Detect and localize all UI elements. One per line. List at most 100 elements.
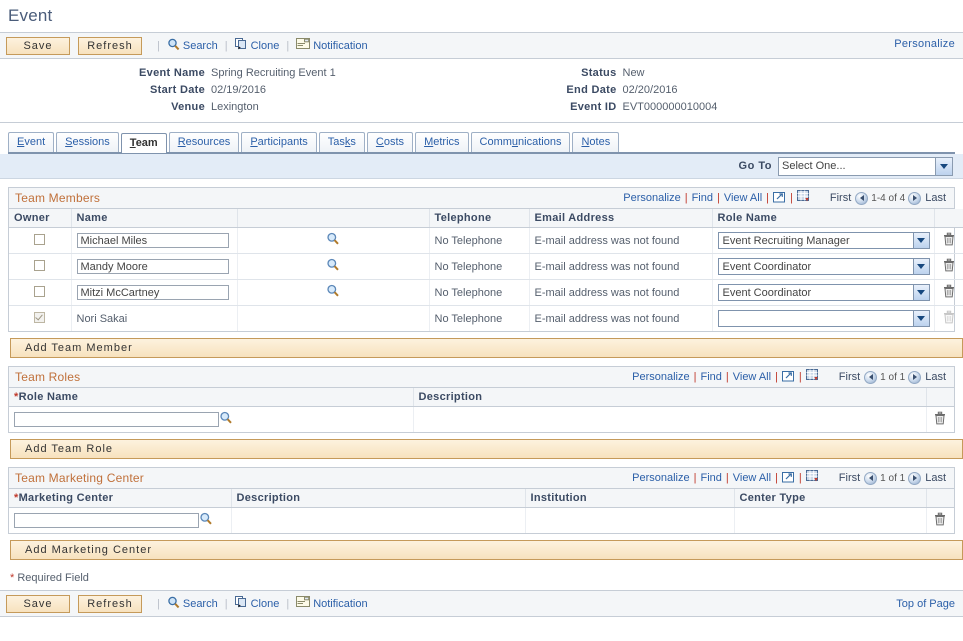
delete-row-icon[interactable] bbox=[934, 411, 946, 428]
lookup-icon[interactable] bbox=[219, 411, 233, 428]
role-name-select[interactable]: Event Recruiting Manager bbox=[717, 232, 930, 249]
team-members-first-link[interactable]: First bbox=[830, 192, 851, 204]
team-members-count: 1-4 of 4 bbox=[871, 192, 906, 204]
member-name-input[interactable] bbox=[76, 285, 229, 300]
next-page-icon[interactable] bbox=[908, 370, 922, 384]
owner-checkbox[interactable] bbox=[34, 233, 46, 245]
field-event-id: Event ID EVT000000010004 bbox=[482, 99, 963, 115]
team-members-last-link[interactable]: Last bbox=[925, 192, 946, 204]
lookup-icon[interactable] bbox=[326, 258, 340, 275]
end-date-value: 02/20/2016 bbox=[622, 84, 678, 96]
tmc-view-all-link[interactable]: View All bbox=[733, 472, 771, 484]
expand-window-icon[interactable] bbox=[781, 471, 795, 486]
owner-checkbox[interactable] bbox=[34, 259, 46, 271]
refresh-button-top[interactable]: Refresh bbox=[78, 36, 142, 55]
role-name-select[interactable] bbox=[717, 310, 930, 327]
team-roles-last-link[interactable]: Last bbox=[925, 371, 946, 383]
col-marketing-center: *Marketing Center bbox=[9, 489, 232, 508]
clone-link-top[interactable]: Clone bbox=[234, 37, 279, 54]
expand-window-icon[interactable] bbox=[773, 191, 786, 206]
refresh-button-bottom[interactable]: Refresh bbox=[78, 594, 142, 613]
tab-event[interactable]: Event bbox=[8, 132, 55, 152]
team-roles-view-all-link[interactable]: View All bbox=[733, 371, 771, 383]
personalize-page-link[interactable]: Personalize bbox=[894, 38, 955, 50]
team-roles-count: 1 of 1 bbox=[880, 371, 906, 383]
envelope-icon bbox=[296, 596, 311, 611]
member-name-input[interactable] bbox=[76, 233, 229, 248]
status-label: Status bbox=[581, 67, 617, 79]
team-roles-personalize-link[interactable]: Personalize bbox=[632, 371, 689, 383]
save-button-bottom[interactable]: Save bbox=[6, 594, 70, 613]
tmc-personalize-link[interactable]: Personalize bbox=[632, 472, 689, 484]
team-members-title: Team Members bbox=[15, 191, 101, 205]
search-icon bbox=[167, 596, 180, 612]
download-spreadsheet-icon[interactable] bbox=[805, 470, 819, 486]
team-roles-find-link[interactable]: Find bbox=[700, 371, 721, 383]
telephone-value: No Telephone bbox=[434, 286, 503, 299]
table-row bbox=[9, 507, 954, 533]
delete-row-icon[interactable] bbox=[943, 284, 955, 301]
next-page-icon[interactable] bbox=[908, 471, 922, 485]
tab-tasks[interactable]: Tasks bbox=[318, 132, 365, 152]
search-link-bottom[interactable]: Search bbox=[167, 596, 218, 612]
clone-icon bbox=[234, 37, 248, 54]
tmc-first-link[interactable]: First bbox=[839, 472, 860, 484]
team-members-find-link[interactable]: Find bbox=[692, 192, 713, 204]
col-role-name-label: Role Name bbox=[18, 391, 79, 403]
save-button-top[interactable]: Save bbox=[6, 36, 70, 55]
add-team-member-button[interactable]: Add Team Member bbox=[10, 338, 963, 358]
notification-link-top[interactable]: Notification bbox=[296, 38, 368, 53]
tab-metrics[interactable]: Metrics bbox=[415, 132, 469, 152]
team-roles-grid-nav: Personalize | Find | View All | | First … bbox=[632, 367, 950, 387]
expand-window-icon[interactable] bbox=[781, 370, 795, 385]
add-marketing-center-button[interactable]: Add Marketing Center bbox=[10, 540, 963, 560]
table-row: No Telephone E-mail address was not found… bbox=[9, 253, 963, 280]
download-spreadsheet-icon[interactable] bbox=[796, 190, 810, 206]
delete-row-icon[interactable] bbox=[943, 232, 955, 249]
team-roles-first-link[interactable]: First bbox=[839, 371, 860, 383]
marketing-center-input[interactable] bbox=[14, 512, 199, 528]
team-members-pagination: First 1-4 of 4 Last bbox=[826, 191, 950, 205]
delete-row-icon[interactable] bbox=[943, 258, 955, 275]
role-name-select[interactable]: Event Coordinator bbox=[717, 258, 930, 275]
owner-checkbox[interactable] bbox=[34, 285, 46, 297]
next-page-icon[interactable] bbox=[908, 191, 922, 205]
tab-costs[interactable]: Costs bbox=[366, 132, 414, 152]
previous-page-icon[interactable] bbox=[864, 370, 878, 384]
end-date-label: End Date bbox=[566, 84, 617, 96]
team-members-view-all-link[interactable]: View All bbox=[724, 192, 762, 204]
team-members-grid-nav: Personalize | Find | View All | | First … bbox=[623, 188, 950, 208]
tab-notes[interactable]: Notes bbox=[572, 132, 620, 152]
previous-page-icon[interactable] bbox=[864, 471, 878, 485]
download-spreadsheet-icon[interactable] bbox=[805, 369, 819, 385]
tmc-find-link[interactable]: Find bbox=[700, 472, 721, 484]
tab-resources[interactable]: Resources bbox=[168, 132, 240, 152]
tab-communications[interactable]: Communications bbox=[470, 132, 571, 152]
add-team-role-button[interactable]: Add Team Role bbox=[10, 439, 963, 459]
nav-sep: | bbox=[693, 371, 697, 383]
notification-link-bottom[interactable]: Notification bbox=[296, 596, 368, 611]
previous-page-icon[interactable] bbox=[855, 191, 869, 205]
tab-team[interactable]: Team bbox=[120, 133, 167, 153]
team-members-personalize-link[interactable]: Personalize bbox=[623, 192, 680, 204]
tab-sessions[interactable]: Sessions bbox=[56, 132, 119, 152]
top-of-page-link[interactable]: Top of Page bbox=[896, 598, 955, 610]
lookup-icon[interactable] bbox=[326, 284, 340, 301]
lookup-icon[interactable] bbox=[199, 512, 213, 529]
member-name-input[interactable] bbox=[76, 259, 229, 274]
goto-select[interactable]: Select One... bbox=[778, 156, 953, 176]
tmc-last-link[interactable]: Last bbox=[925, 472, 946, 484]
tab-participants[interactable]: Participants bbox=[241, 132, 317, 152]
search-link-top[interactable]: Search bbox=[167, 38, 218, 54]
clone-link-bottom[interactable]: Clone bbox=[234, 595, 279, 612]
chevron-down-icon bbox=[912, 285, 929, 300]
role-name-select-value: Event Recruiting Manager bbox=[722, 234, 850, 247]
nav-sep: | bbox=[798, 371, 802, 383]
role-name-input[interactable] bbox=[14, 411, 219, 427]
role-name-select[interactable]: Event Coordinator bbox=[717, 284, 930, 301]
team-roles-pagination: First 1 of 1 Last bbox=[835, 370, 950, 384]
col-email-address: Email Address bbox=[529, 209, 713, 228]
lookup-icon[interactable] bbox=[326, 232, 340, 249]
tmc-pagination: First 1 of 1 Last bbox=[835, 471, 950, 485]
delete-row-icon[interactable] bbox=[934, 512, 946, 529]
